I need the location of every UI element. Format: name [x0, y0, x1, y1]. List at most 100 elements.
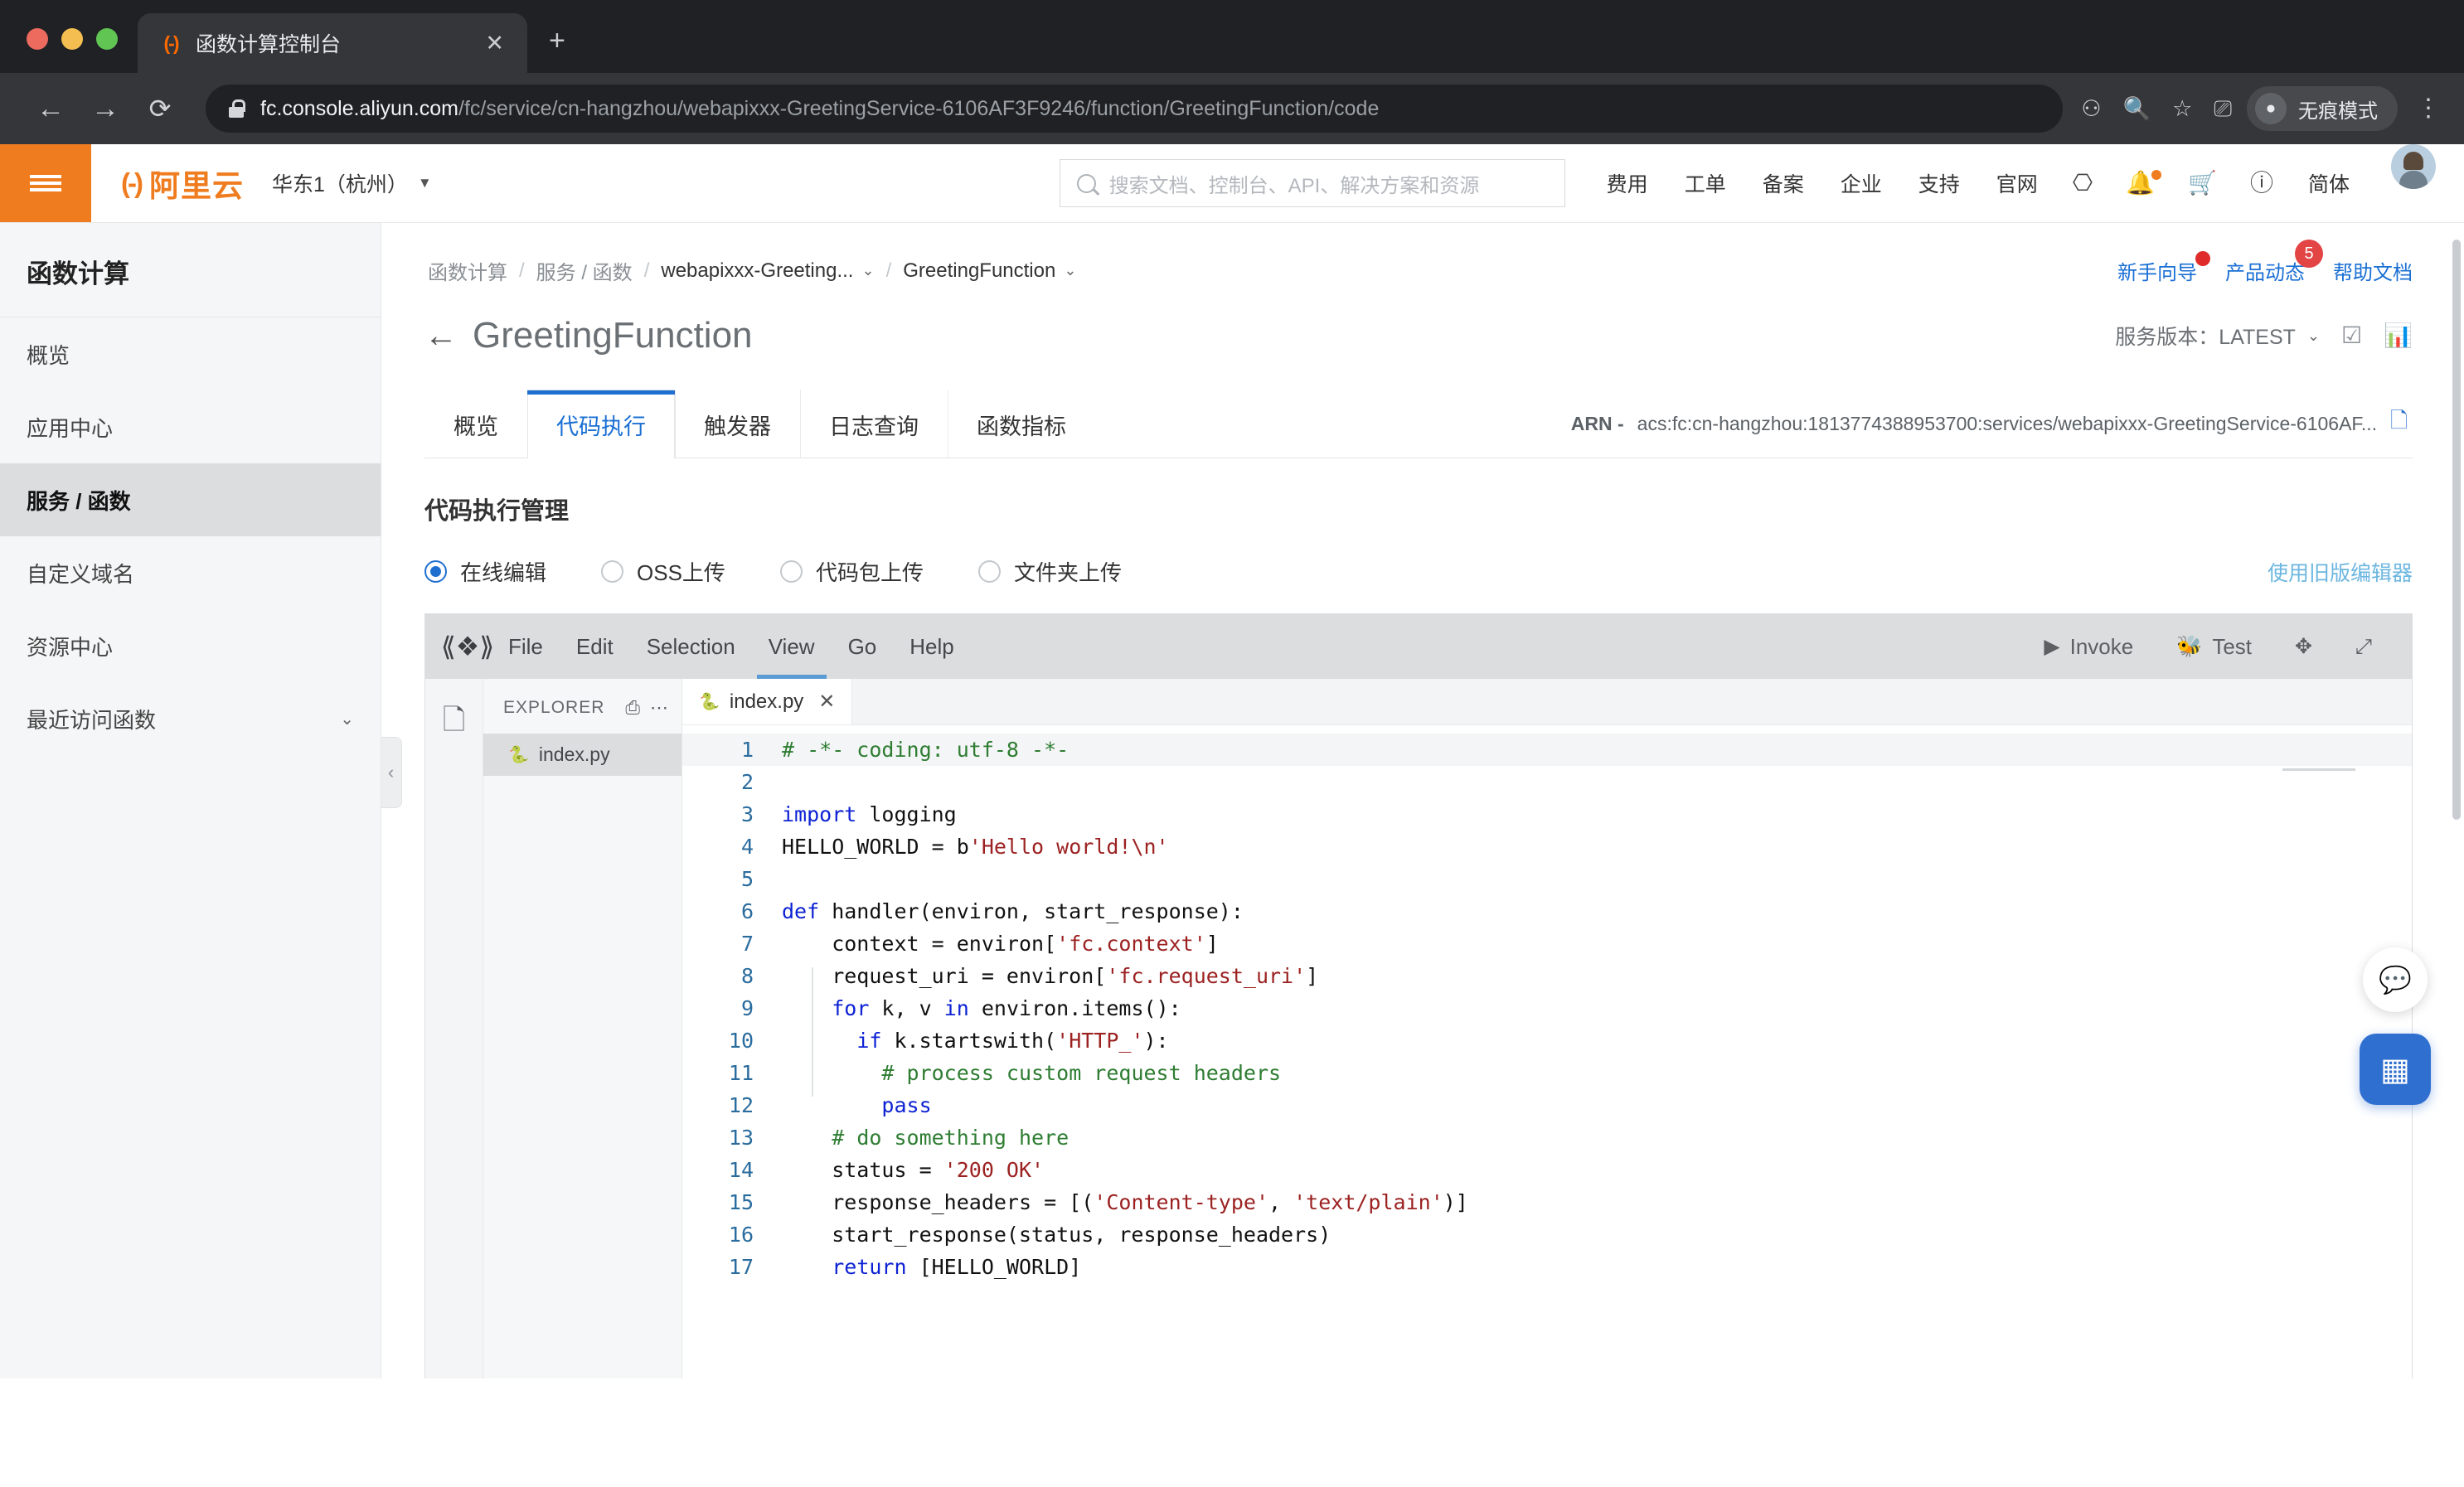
breadcrumb-item-function[interactable]: GreetingFunction ⌄ — [903, 259, 1076, 283]
test-button[interactable]: 🐝 Test — [2155, 634, 2273, 660]
code-line[interactable]: 17 return [HELLO_WORLD] — [682, 1251, 2412, 1283]
radio-folder-upload[interactable]: 文件夹上传 — [977, 556, 1122, 587]
code-line[interactable]: 8 request_uri = environ['fc.request_uri'… — [682, 960, 2412, 992]
global-search-box[interactable]: 搜索文档、控制台、API、解决方案和资源 — [1059, 159, 1565, 207]
sidebar-item-app-center[interactable]: 应用中心 — [0, 390, 381, 463]
menu-file[interactable]: File — [492, 614, 560, 679]
link-product-updates[interactable]: 产品动态 5 — [2225, 240, 2323, 285]
menu-go[interactable]: Go — [832, 614, 894, 679]
tab-overview[interactable]: 概览 — [424, 390, 527, 458]
chevron-down-icon[interactable]: ⌄ — [1064, 262, 1076, 279]
service-version-selector[interactable]: 服务版本：LATEST ⌄ — [2115, 321, 2320, 351]
monitor-check-icon[interactable]: ☑ — [2341, 324, 2362, 347]
move-button[interactable]: ✥ — [2273, 634, 2334, 659]
menu-help[interactable]: Help — [893, 614, 970, 679]
code-line[interactable]: 7 context = environ['fc.context'] — [682, 928, 2412, 960]
topnav-link-ticket[interactable]: 工单 — [1666, 168, 1744, 198]
menu-edit[interactable]: Edit — [560, 614, 630, 679]
shell-terminal-icon[interactable]: ⎔ — [2056, 172, 2109, 195]
menu-selection[interactable]: Selection — [630, 614, 752, 679]
breadcrumb-item-service-function[interactable]: 服务 / 函数 — [536, 256, 633, 285]
browser-tab[interactable]: (-) 函数计算控制台 ✕ — [138, 13, 527, 73]
reload-icon[interactable]: ⟳ — [133, 95, 187, 122]
code-line[interactable]: 2 — [682, 766, 2412, 798]
hamburger-icon[interactable] — [0, 144, 91, 222]
topnav-link-website[interactable]: 官网 — [1978, 168, 2056, 198]
chevron-down-icon[interactable]: ⌄ — [861, 262, 874, 279]
breadcrumb-item-fc[interactable]: 函数计算 — [428, 256, 507, 285]
minimize-window-button[interactable] — [61, 28, 83, 50]
back-arrow-icon[interactable]: ← — [424, 319, 473, 352]
files-explorer-icon[interactable]: 🗋 — [443, 700, 465, 748]
shopping-cart-icon[interactable]: 🛒 — [2171, 172, 2234, 195]
code-line[interactable]: 3 import logging — [682, 798, 2412, 831]
extensions-icon[interactable]: ⚇ — [2081, 97, 2101, 120]
browser-menu-icon[interactable]: ⋮ — [2398, 96, 2441, 121]
sidebar-item-recent-functions[interactable]: 最近访问函数 ⌄ — [0, 682, 381, 755]
code-line[interactable]: 11 # process custom request headers — [682, 1057, 2412, 1089]
topnav-link-enterprise[interactable]: 企业 — [1822, 168, 1900, 198]
code-line[interactable]: 12 pass — [682, 1089, 2412, 1121]
code-content[interactable]: 1 # -*- coding: utf-8 -*- 2 3 import logging… — [682, 725, 2412, 1283]
expand-button[interactable]: ⤢ — [2334, 635, 2394, 659]
radio-code-package-upload[interactable]: 代码包上传 — [779, 556, 924, 587]
topnav-link-fee[interactable]: 费用 — [1589, 168, 1666, 198]
tab-triggers[interactable]: 触发器 — [675, 390, 800, 458]
language-switch[interactable]: 简体 — [2290, 168, 2368, 198]
sidebar-item-overview[interactable]: 概览 — [0, 317, 381, 390]
sidebar-item-resource-center[interactable]: 资源中心 — [0, 609, 381, 682]
topnav-link-icp[interactable]: 备案 — [1744, 168, 1822, 198]
radio-indicator[interactable] — [601, 560, 624, 583]
radio-online-edit[interactable]: 在线编辑 — [424, 556, 546, 587]
tab-function-metrics[interactable]: 函数指标 — [948, 390, 1095, 458]
radio-indicator[interactable] — [977, 560, 1001, 583]
chat-bubble-icon[interactable]: 💬 — [2363, 947, 2428, 1012]
sidebar-collapse-handle[interactable]: ‹ — [381, 737, 402, 808]
code-line[interactable]: 15 response_headers = [('Content-type', … — [682, 1186, 2412, 1218]
tab-code-execution[interactable]: 代码执行 — [527, 390, 675, 458]
new-tab-button[interactable]: + — [527, 27, 587, 73]
bookmark-star-icon[interactable]: ☆ — [2172, 97, 2192, 120]
invoke-button[interactable]: ▶ Invoke — [2022, 634, 2155, 660]
copy-icon[interactable]: 🗋 — [2390, 405, 2408, 442]
help-question-icon[interactable]: ⓘ — [2234, 172, 2290, 195]
explorer-file-index-py[interactable]: 🐍 index.py — [483, 734, 681, 776]
bar-chart-icon[interactable]: 📊 — [2384, 324, 2413, 347]
aliyun-logo[interactable]: (-) 阿里云 — [121, 161, 244, 206]
radio-oss-upload[interactable]: OSS上传 — [601, 556, 725, 587]
menu-view[interactable]: View — [752, 614, 832, 679]
radio-indicator[interactable] — [779, 560, 803, 583]
sidebar-item-custom-domain[interactable]: 自定义域名 — [0, 536, 381, 609]
page-scrollbar[interactable] — [2452, 240, 2461, 820]
back-icon[interactable]: ← — [23, 94, 78, 123]
radio-indicator[interactable] — [424, 560, 447, 583]
code-line[interactable]: 1 # -*- coding: utf-8 -*- — [682, 734, 2412, 766]
sidebar-item-service-function[interactable]: 服务 / 函数 — [0, 463, 381, 536]
incognito-indicator[interactable]: ● 无痕模式 — [2247, 86, 2398, 131]
topnav-link-support[interactable]: 支持 — [1900, 168, 1978, 198]
code-line[interactable]: 14 status = '200 OK' — [682, 1154, 2412, 1186]
code-line[interactable]: 10 if k.startswith('HTTP_'): — [682, 1024, 2412, 1057]
link-legacy-editor[interactable]: 使用旧版编辑器 — [2268, 557, 2413, 587]
close-window-button[interactable] — [27, 28, 48, 50]
more-options-icon[interactable]: ⋯ — [650, 697, 668, 719]
bell-notification-icon[interactable]: 🔔 — [2109, 170, 2171, 195]
close-icon[interactable]: ✕ — [818, 690, 835, 714]
forward-icon[interactable]: → — [78, 94, 133, 123]
link-help-docs[interactable]: 帮助文档 — [2333, 256, 2413, 285]
region-selector[interactable]: 华东1（杭州） ▼ — [272, 168, 432, 198]
apps-grid-icon[interactable]: ▦ — [2360, 1034, 2431, 1105]
code-line[interactable]: 16 start_response(status, response_heade… — [682, 1218, 2412, 1251]
breadcrumb-item-service[interactable]: webapixxx-Greeting... ⌄ — [661, 259, 874, 283]
search-icon[interactable]: 🔍 — [2123, 97, 2151, 120]
cast-icon[interactable]: ⎚ — [2214, 97, 2232, 120]
editor-tab-index-py[interactable]: 🐍 index.py ✕ — [682, 679, 853, 724]
code-line[interactable]: 5 — [682, 863, 2412, 895]
new-window-icon[interactable]: ⎙ — [625, 697, 640, 719]
link-newbie-guide[interactable]: 新手向导 — [2117, 251, 2210, 285]
avatar[interactable] — [2391, 144, 2436, 189]
maximize-window-button[interactable] — [96, 28, 118, 50]
code-line[interactable]: 4 HELLO_WORLD = b'Hello world!\n' — [682, 831, 2412, 863]
tab-log-query[interactable]: 日志查询 — [800, 390, 948, 458]
window-traffic-lights[interactable] — [18, 28, 138, 73]
